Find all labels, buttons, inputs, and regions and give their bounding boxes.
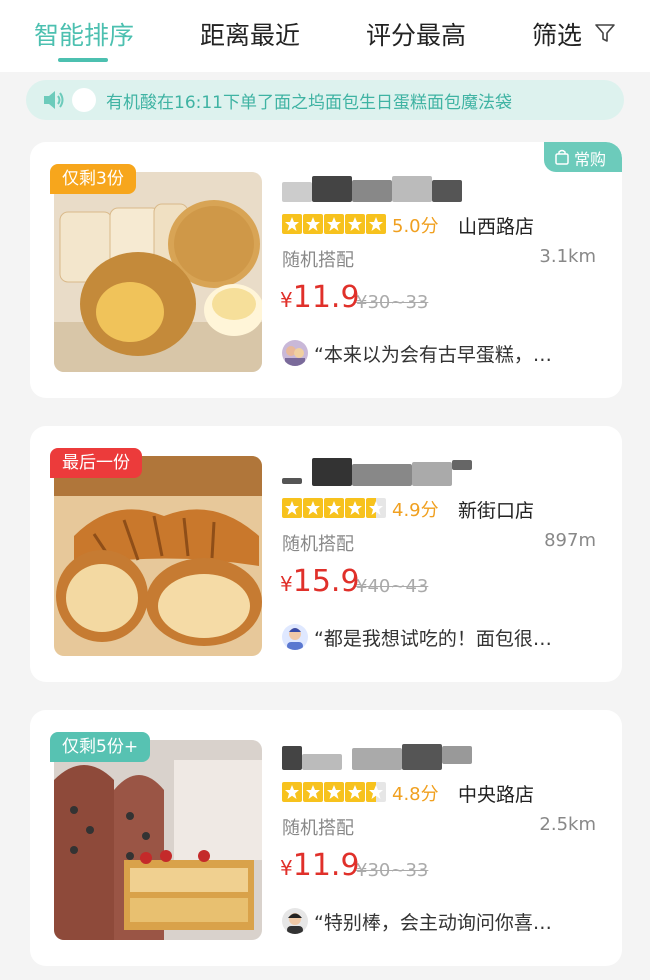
tab-filter[interactable]: 筛选 [532, 16, 582, 52]
stock-badge: 最后一份 [50, 448, 142, 478]
rating-score: 4.9分 [392, 500, 439, 521]
sale-price: ¥11.9 [280, 280, 360, 315]
review-snippet: “都是我想试吃的！面包很… [314, 628, 552, 650]
bag-category: 随机搭配 [282, 534, 354, 555]
product-image [54, 172, 262, 372]
bag-category: 随机搭配 [282, 818, 354, 839]
currency-symbol: ¥ [280, 856, 293, 880]
product-image [54, 740, 262, 940]
currency-symbol: ¥ [280, 572, 293, 596]
frequent-purchase-tag: 常购 [544, 142, 622, 172]
active-tab-indicator [58, 58, 108, 62]
store-distance: 3.1km [539, 246, 596, 267]
store-distance: 2.5km [539, 814, 596, 835]
shop-name-blurred [282, 456, 472, 486]
review-snippet: “特别棒，会主动询问你喜… [314, 912, 552, 934]
rating-score: 4.8分 [392, 784, 439, 805]
bag-icon [555, 149, 569, 165]
funnel-icon[interactable] [594, 22, 616, 44]
stock-badge: 仅剩3份 [50, 164, 136, 194]
sale-price: ¥15.9 [280, 564, 360, 599]
store-name: 中央路店 [458, 784, 535, 806]
shop-card[interactable]: 最后一份 4.9分 新街口店 随机搭配 897m ¥15.9 ¥40~43 “都… [30, 426, 622, 682]
tab-nearest[interactable]: 距离最近 [200, 16, 300, 52]
shop-card[interactable]: 仅剩3份 常购 5.0分 山西路店 随机搭配 3.1km ¥11.9 ¥30~3… [30, 142, 622, 398]
stock-badge: 仅剩5份+ [50, 732, 151, 762]
reviewer-avatar [282, 908, 308, 934]
sale-price: ¥11.9 [280, 848, 360, 883]
price-value: 11.9 [292, 848, 360, 883]
tab-top-rated[interactable]: 评分最高 [366, 16, 466, 52]
sort-tab-bar: 智能排序 距离最近 评分最高 筛选 [0, 0, 650, 72]
corner-tag-label: 常购 [574, 150, 607, 169]
shop-name-blurred [282, 740, 472, 770]
bag-category: 随机搭配 [282, 250, 354, 271]
reviewer-avatar [282, 340, 308, 366]
order-notice-bar[interactable]: 有机酸在16:11下单了面之坞面包生日蛋糕面包魔法袋 [26, 80, 624, 120]
buyer-avatar [72, 88, 96, 112]
original-price: ¥30~33 [356, 860, 429, 881]
price-value: 15.9 [292, 564, 360, 599]
tab-smart-sort[interactable]: 智能排序 [34, 16, 134, 52]
notice-text: 有机酸在16:11下单了面之坞面包生日蛋糕面包魔法袋 [106, 93, 512, 113]
original-price: ¥40~43 [356, 576, 429, 597]
review-snippet: “本来以为会有古早蛋糕，… [314, 344, 552, 366]
currency-symbol: ¥ [280, 288, 293, 312]
shop-name-blurred [282, 172, 472, 202]
price-value: 11.9 [292, 280, 360, 315]
product-image [54, 456, 262, 656]
speaker-icon [44, 91, 64, 109]
store-name: 新街口店 [458, 500, 535, 522]
rating-score: 5.0分 [392, 216, 439, 237]
original-price: ¥30~33 [356, 292, 429, 313]
reviewer-avatar [282, 624, 308, 650]
store-name: 山西路店 [458, 216, 535, 238]
store-distance: 897m [544, 530, 596, 551]
shop-card[interactable]: 仅剩5份+ 4.8分 中央路店 随机搭配 2.5km ¥11.9 ¥30~33 … [30, 710, 622, 966]
